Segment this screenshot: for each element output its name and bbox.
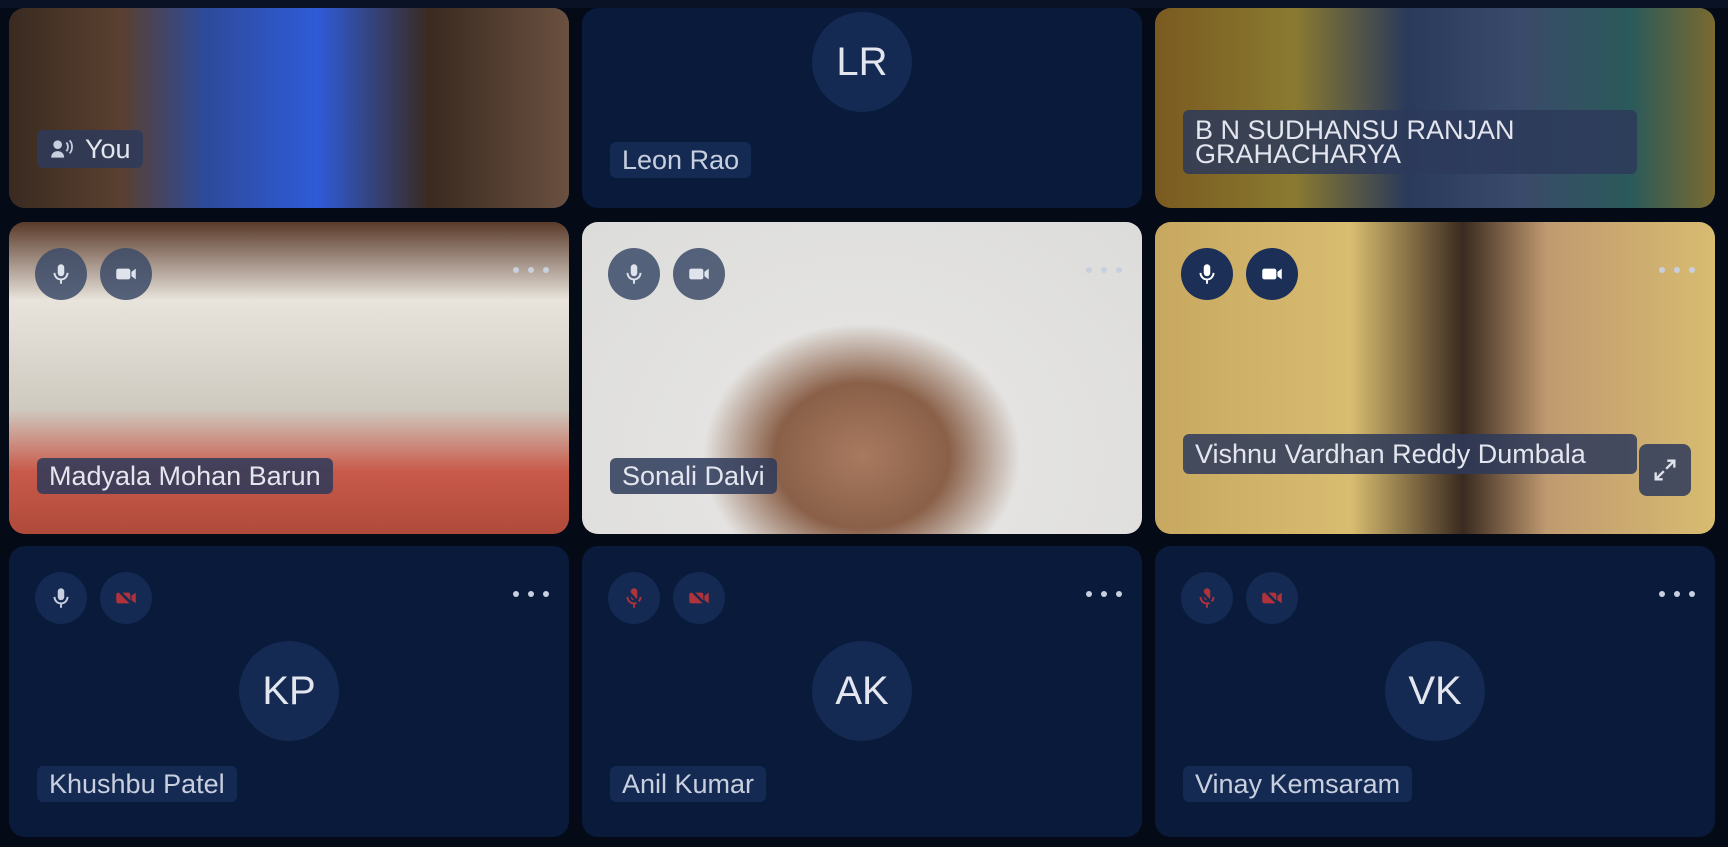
more-options-button[interactable] [1659,584,1695,604]
nameplate: Madyala Mohan Barun [37,458,333,494]
nameplate: B N SUDHANSU RANJAN GRAHACHARYA [1183,110,1637,174]
camera-icon [1262,268,1282,280]
microphone-off-icon [1197,587,1217,609]
participant-name: Vinay Kemsaram [1195,769,1401,799]
more-options-icon [1659,267,1665,273]
avatar: VK [1385,641,1485,741]
camera-off-button[interactable] [100,572,152,624]
participant-name: Anil Kumar [622,769,755,799]
camera-icon [116,268,136,280]
microphone-off-icon [624,587,644,609]
microphone-icon [53,588,69,608]
mic-off-button[interactable] [608,572,660,624]
avatar-initials: KP [262,668,316,713]
mic-button[interactable] [1181,248,1233,300]
more-options-icon [1659,591,1665,597]
nameplate: Anil Kumar [610,766,767,802]
participant-tile-leon[interactable]: LR Leon Rao [582,8,1142,208]
more-options-button[interactable] [513,260,549,280]
more-options-icon [513,591,519,597]
mic-off-button[interactable] [1181,572,1233,624]
participant-tile-khushbu[interactable]: KP Khushbu Patel [9,546,569,837]
avatar-initials: AK [835,668,889,713]
camera-off-icon [115,587,137,609]
nameplate: Sonali Dalvi [610,458,777,494]
speaker-icon [51,139,73,158]
camera-off-icon [1261,587,1283,609]
microphone-icon [626,264,642,284]
more-options-button[interactable] [1659,260,1695,280]
microphone-icon [1199,264,1215,284]
nameplate: Khushbu Patel [37,766,237,802]
camera-button[interactable] [100,248,152,300]
camera-off-icon [688,587,710,609]
participant-name: Leon Rao [622,145,740,175]
avatar: LR [812,12,912,112]
participant-tile-you[interactable]: You [9,8,569,208]
participant-tile-madyala[interactable]: Madyala Mohan Barun [9,222,569,534]
camera-icon [689,268,709,280]
avatar: KP [239,641,339,741]
video-feed [9,8,569,208]
participant-tile-vishnu[interactable]: Vishnu Vardhan Reddy Dumbala [1155,222,1715,534]
more-options-button[interactable] [1086,260,1122,280]
participant-name: You [85,134,131,164]
avatar-initials: LR [836,39,888,84]
mic-button[interactable] [35,248,87,300]
avatar: AK [812,641,912,741]
participant-name: Sonali Dalvi [622,461,765,491]
more-options-button[interactable] [513,584,549,604]
top-bar [0,0,1728,8]
camera-button[interactable] [1246,248,1298,300]
participant-name: B N SUDHANSU RANJAN GRAHACHARYA [1195,115,1515,169]
expand-icon [1654,459,1676,481]
participant-tile-anil[interactable]: AK Anil Kumar [582,546,1142,837]
participant-tile-vinay[interactable]: VK Vinay Kemsaram [1155,546,1715,837]
nameplate: Leon Rao [610,142,752,178]
more-options-button[interactable] [1086,584,1122,604]
participant-tile-bn[interactable]: B N SUDHANSU RANJAN GRAHACHARYA [1155,8,1715,208]
expand-button[interactable] [1639,444,1691,496]
camera-button[interactable] [673,248,725,300]
participant-name: Vishnu Vardhan Reddy Dumbala [1195,439,1586,469]
more-options-icon [1086,591,1092,597]
more-options-icon [513,267,519,273]
video-feed [1155,8,1715,208]
avatar-initials: VK [1408,668,1462,713]
mic-button[interactable] [608,248,660,300]
video-feed [1155,222,1715,534]
microphone-icon [53,264,69,284]
participant-name: Khushbu Patel [49,769,225,799]
nameplate-you: You [37,130,143,168]
camera-off-button[interactable] [1246,572,1298,624]
participant-tile-sonali[interactable]: Sonali Dalvi [582,222,1142,534]
nameplate: Vinay Kemsaram [1183,766,1413,802]
camera-off-button[interactable] [673,572,725,624]
participant-name: Madyala Mohan Barun [49,461,321,491]
mic-button[interactable] [35,572,87,624]
nameplate: Vishnu Vardhan Reddy Dumbala [1183,434,1637,474]
more-options-icon [1086,267,1092,273]
